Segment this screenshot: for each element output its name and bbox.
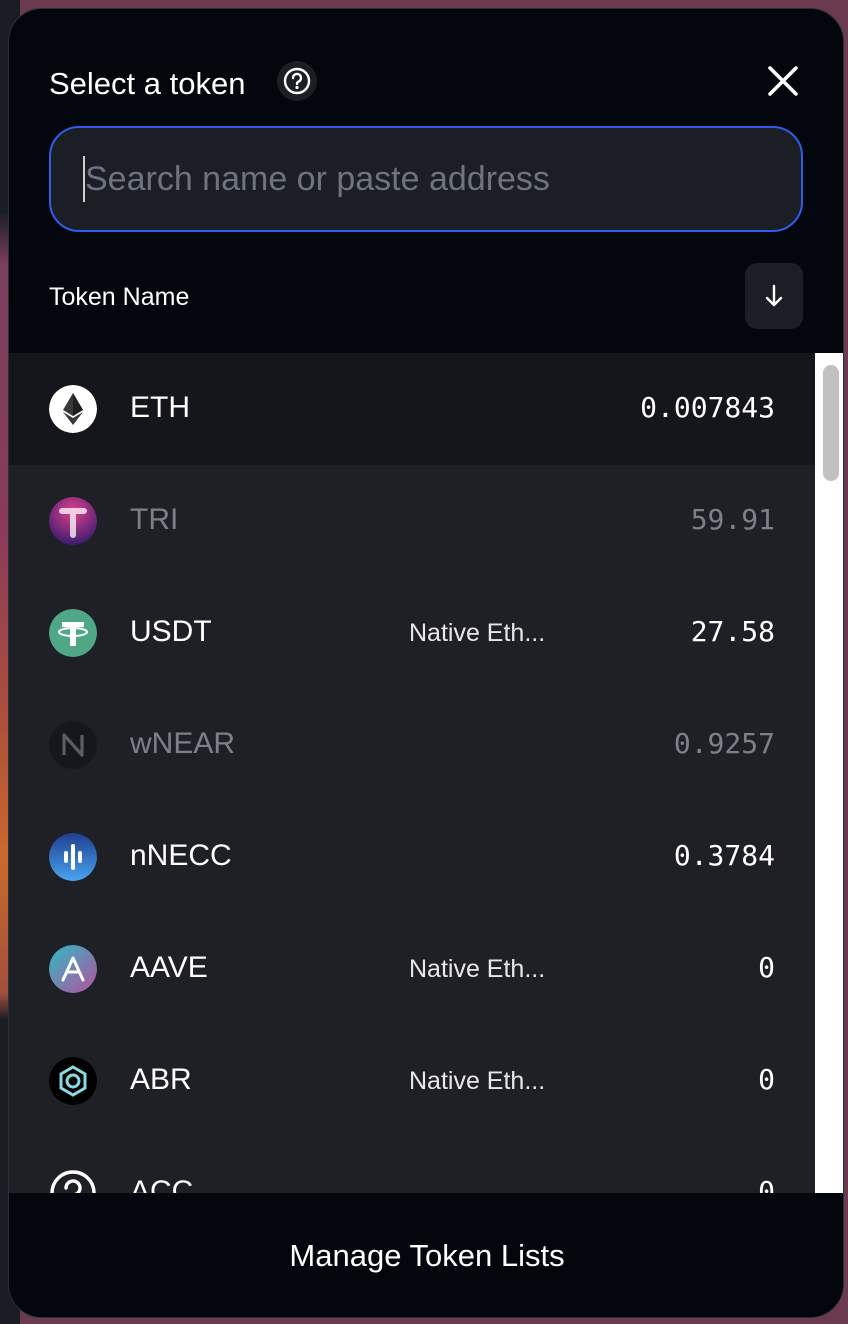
token-row-acc[interactable]: ACC 0 (9, 1137, 815, 1193)
tether-icon (49, 609, 97, 657)
trisolaris-icon (49, 497, 97, 545)
search-input[interactable] (83, 156, 767, 202)
abr-icon (49, 1057, 97, 1105)
token-symbol: TRI (130, 503, 179, 536)
scrollbar[interactable] (815, 353, 843, 1193)
token-balance: 0 (758, 1063, 775, 1096)
token-symbol: ACC (130, 1175, 194, 1193)
sort-button[interactable] (745, 263, 803, 329)
token-balance: 0 (758, 1175, 775, 1193)
ethereum-icon (49, 385, 97, 433)
token-row-tri[interactable]: TRI 59.91 (9, 465, 815, 577)
modal-header: Select a token (49, 61, 803, 108)
close-icon[interactable] (763, 61, 803, 101)
modal-title: Select a token (49, 66, 246, 101)
token-source-tag: Native Eth... (409, 1067, 546, 1095)
scroll-thumb[interactable] (823, 365, 839, 481)
search-field[interactable] (49, 126, 803, 232)
token-row-eth[interactable]: ETH 0.007843 (9, 353, 815, 465)
necc-icon (49, 833, 97, 881)
token-select-modal: Select a token Token Name ETH 0.007843 TRI… (8, 8, 844, 1318)
token-row-wnear[interactable]: wNEAR 0.9257 (9, 689, 815, 801)
aave-icon (49, 945, 97, 993)
token-row-abr[interactable]: ABR Native Eth... 0 (9, 1025, 815, 1137)
token-symbol: wNEAR (130, 727, 236, 760)
token-balance: 0.3784 (673, 839, 775, 872)
token-balance: 0.007843 (640, 391, 775, 424)
token-source-tag: Native Eth... (409, 619, 546, 647)
token-row-aave[interactable]: AAVE Native Eth... 0 (9, 913, 815, 1025)
token-balance: 27.58 (690, 615, 775, 648)
token-symbol: ETH (130, 391, 190, 424)
unknown-token-icon (49, 1169, 97, 1193)
token-symbol: ABR (130, 1063, 192, 1096)
token-balance: 59.91 (690, 503, 775, 536)
token-row-nnecc[interactable]: nNECC 0.3784 (9, 801, 815, 913)
token-balance: 0.9257 (673, 727, 775, 760)
token-source-tag: Native Eth... (409, 955, 546, 983)
token-symbol: USDT (130, 615, 212, 648)
manage-token-lists-button[interactable]: Manage Token Lists (289, 1238, 564, 1274)
token-symbol: AAVE (130, 951, 208, 984)
token-balance: 0 (758, 951, 775, 984)
token-list[interactable]: ETH 0.007843 TRI 59.91 USDT Native Eth... 27.5… (9, 353, 843, 1193)
column-label-token-name: Token Name (49, 283, 190, 311)
help-icon[interactable] (277, 61, 317, 101)
arrow-down-icon (765, 284, 783, 307)
footer: Manage Token Lists (9, 1193, 843, 1317)
token-row-usdt[interactable]: USDT Native Eth... 27.58 (9, 577, 815, 689)
near-icon (49, 721, 97, 769)
token-symbol: nNECC (130, 839, 232, 872)
